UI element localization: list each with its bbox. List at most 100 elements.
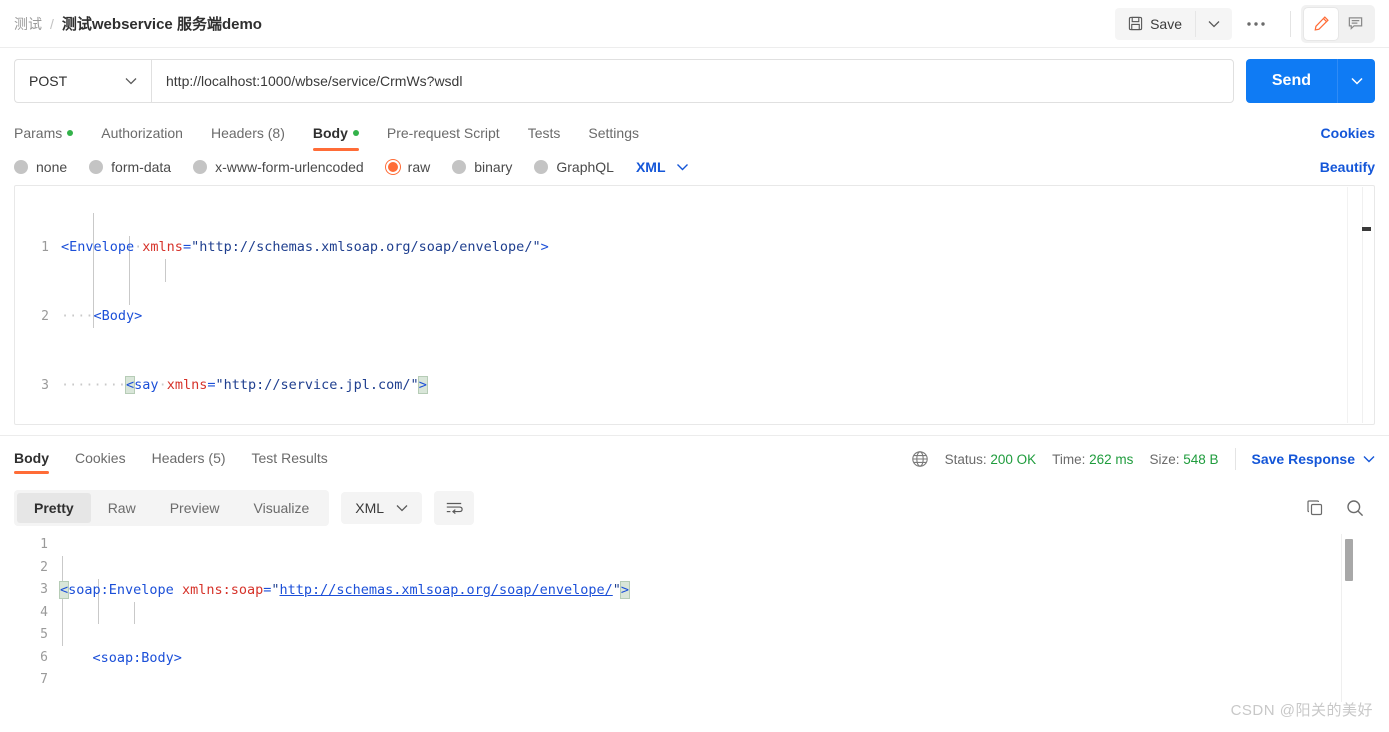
- save-button-label: Save: [1150, 15, 1182, 32]
- tab-authorization-label: Authorization: [101, 125, 183, 141]
- code-line: <soap:Envelope xmlns:soap="http://schema…: [58, 581, 631, 599]
- send-button-group: Send: [1245, 59, 1375, 103]
- view-mode-raw[interactable]: Raw: [91, 493, 153, 523]
- response-code-content[interactable]: <soap:Envelope xmlns:soap="http://schema…: [58, 534, 1375, 702]
- save-response-button[interactable]: Save Response: [1252, 451, 1376, 467]
- code-line: <soap:Body>: [92, 649, 182, 666]
- ellipsis-icon: [1247, 21, 1265, 26]
- tab-headers[interactable]: Headers (8): [211, 125, 285, 151]
- body-type-graphql-label: GraphQL: [556, 159, 614, 175]
- tab-params[interactable]: Params: [14, 125, 74, 151]
- send-button[interactable]: Send: [1245, 59, 1337, 103]
- search-button[interactable]: [1345, 498, 1365, 518]
- body-type-form-data[interactable]: form-data: [89, 159, 171, 175]
- response-tab-body[interactable]: Body: [14, 450, 49, 474]
- breadcrumb-root[interactable]: 测试: [14, 14, 42, 34]
- request-url-bar: POST http://localhost:1000/wbse/service/…: [0, 48, 1389, 113]
- line-number: 7: [40, 672, 48, 687]
- tab-pre-request-script[interactable]: Pre-request Script: [387, 125, 500, 151]
- tab-body-label: Body: [312, 125, 348, 141]
- copy-icon: [1307, 500, 1323, 516]
- response-tab-headers[interactable]: Headers (5): [152, 450, 226, 474]
- cookies-link[interactable]: Cookies: [1321, 125, 1375, 151]
- globe-icon: [911, 450, 929, 468]
- more-actions-button[interactable]: [1232, 13, 1280, 35]
- line-number: 2: [40, 559, 48, 575]
- radio-icon: [452, 160, 467, 174]
- size-text: Size: 548 B: [1149, 452, 1218, 467]
- app-header: 测试 / 测试webservice 服务端demo Save: [0, 0, 1389, 48]
- line-number: 3: [41, 378, 49, 393]
- chevron-down-icon: [1363, 456, 1375, 463]
- tab-pre-request-script-label: Pre-request Script: [386, 125, 500, 141]
- header-actions: Save: [1115, 4, 1375, 43]
- request-url-input[interactable]: http://localhost:1000/wbse/service/CrmWs…: [151, 59, 1234, 103]
- tab-tests[interactable]: Tests: [528, 125, 561, 151]
- body-format-select[interactable]: XML: [636, 159, 689, 175]
- body-format-value: XML: [635, 159, 666, 175]
- body-type-form-data-label: form-data: [111, 159, 172, 175]
- body-type-raw[interactable]: raw: [385, 159, 430, 175]
- time-text: Time: 262 ms: [1052, 452, 1133, 467]
- radio-icon: [193, 160, 208, 174]
- breadcrumb: 测试 / 测试webservice 服务端demo: [14, 13, 262, 34]
- tab-tests-label: Tests: [527, 125, 561, 141]
- scrollbar-thumb[interactable]: [1362, 227, 1371, 231]
- response-body-viewer[interactable]: 1 2 3 4 5 6 7 <soap:Envelope xmlns:soap=…: [14, 534, 1375, 702]
- code-line: ····<Body>: [61, 308, 143, 324]
- word-wrap-button[interactable]: [434, 491, 475, 525]
- response-view-mode-group: Pretty Raw Preview Visualize: [14, 490, 330, 526]
- chevron-down-icon: [1208, 20, 1220, 27]
- tab-authorization[interactable]: Authorization: [101, 125, 183, 151]
- chevron-down-icon: [125, 78, 137, 85]
- copy-button[interactable]: [1305, 498, 1325, 518]
- request-editor-scrollbar[interactable]: [1362, 187, 1373, 423]
- save-dropdown-button[interactable]: [1195, 10, 1232, 37]
- radio-icon: [14, 160, 28, 174]
- response-header: Body Cookies Headers (5) Test Results St…: [0, 435, 1389, 486]
- radio-icon: [534, 160, 549, 174]
- request-code-content[interactable]: <Envelope·xmlns="http://schemas.xmlsoap.…: [61, 190, 1348, 424]
- size-value: 548 B: [1183, 451, 1219, 467]
- body-type-x-www-form-urlencoded[interactable]: x-www-form-urlencoded: [193, 159, 364, 175]
- view-mode-visualize[interactable]: Visualize: [237, 493, 327, 523]
- body-type-none-label: none: [36, 159, 68, 175]
- body-type-none[interactable]: none: [14, 159, 67, 175]
- line-number: 3: [40, 582, 48, 597]
- response-meta: Status: 200 OK Time: 262 ms Size: 548 B …: [911, 448, 1375, 476]
- request-line-numbers: 1 2 3 4 5 6 7: [15, 186, 49, 424]
- radio-selected-icon: [385, 160, 400, 174]
- beautify-link[interactable]: Beautify: [1320, 159, 1375, 175]
- tab-body[interactable]: Body: [312, 125, 359, 151]
- status-label: Status:: [944, 451, 987, 467]
- view-mode-pretty[interactable]: Pretty: [17, 493, 91, 523]
- tab-settings[interactable]: Settings: [588, 125, 639, 151]
- edit-mode-button[interactable]: [1304, 7, 1338, 40]
- code-line: <Envelope·xmlns="http://schemas.xmlsoap.…: [61, 239, 549, 255]
- http-method-select[interactable]: POST: [14, 59, 151, 103]
- word-wrap-icon: [446, 502, 463, 515]
- http-method-value: POST: [29, 73, 68, 89]
- comments-button[interactable]: [1338, 8, 1372, 40]
- time-label: Time:: [1052, 451, 1086, 467]
- body-type-urlencoded-label: x-www-form-urlencoded: [215, 159, 364, 175]
- request-body-editor[interactable]: 1 2 3 4 5 6 7 <Envelope·xmlns="http://sc…: [14, 185, 1375, 425]
- save-button[interactable]: Save: [1115, 8, 1195, 40]
- response-toolbar: Pretty Raw Preview Visualize XML: [0, 486, 1389, 534]
- response-format-select[interactable]: XML: [341, 492, 423, 524]
- header-divider: [1290, 10, 1291, 37]
- body-type-graphql[interactable]: GraphQL: [534, 159, 614, 175]
- scrollbar-thumb[interactable]: [1345, 539, 1353, 581]
- body-type-binary[interactable]: binary: [452, 159, 512, 175]
- send-options-button[interactable]: [1337, 59, 1375, 103]
- line-number: 5: [40, 627, 48, 642]
- line-number: 2: [41, 309, 49, 324]
- postman-window: 测试 / 测试webservice 服务端demo Save POST http…: [0, 0, 1389, 732]
- response-tab-test-results[interactable]: Test Results: [252, 450, 328, 474]
- line-number: 4: [40, 604, 48, 620]
- time-value: 262 ms: [1089, 451, 1134, 467]
- response-scrollbar[interactable]: [1341, 534, 1357, 702]
- view-mode-preview[interactable]: Preview: [153, 493, 237, 523]
- response-tab-cookies[interactable]: Cookies: [75, 450, 126, 474]
- save-response-label: Save Response: [1251, 451, 1356, 467]
